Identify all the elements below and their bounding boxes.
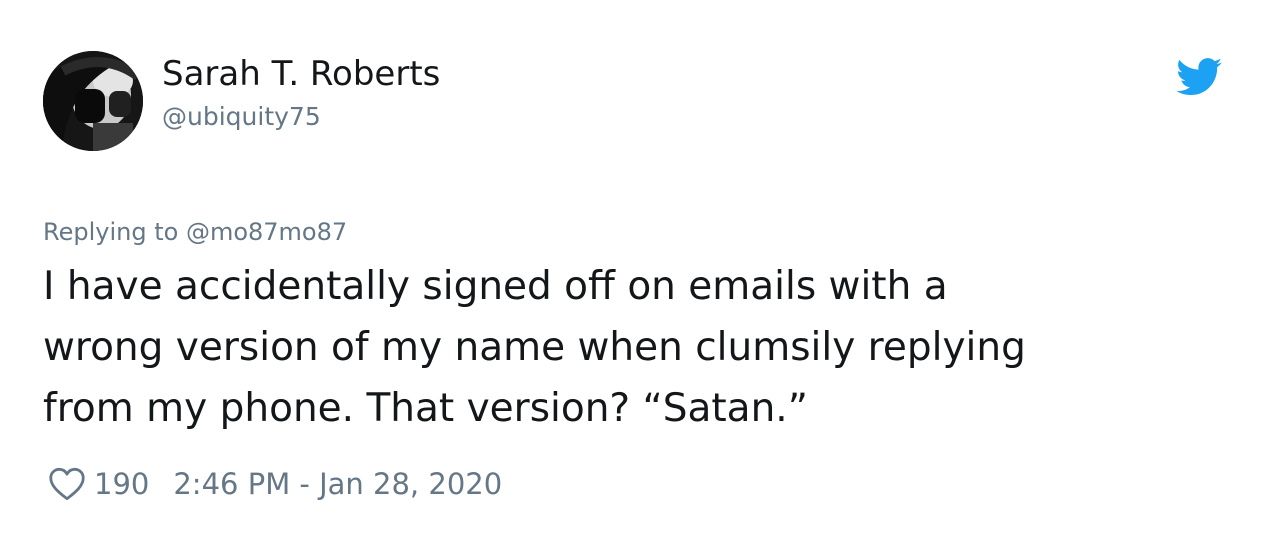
tweet-text: I have accidentally signed off on emails…	[43, 256, 1233, 439]
tweet-text-line: wrong version of my name when clumsily r…	[43, 325, 1026, 370]
author-handle[interactable]: @ubiquity75	[162, 101, 321, 133]
tweet-timestamp[interactable]: 2:46 PM - Jan 28, 2020	[173, 467, 502, 501]
replying-to: Replying to @mo87mo87	[43, 216, 347, 248]
like-count[interactable]: 190	[94, 467, 149, 501]
tweet-footer: 190 2:46 PM - Jan 28, 2020	[48, 464, 502, 504]
replying-to-handle[interactable]: @mo87mo87	[186, 218, 347, 246]
tweet-card: Sarah T. Roberts @ubiquity75 Replying to…	[0, 0, 1272, 548]
author-display-name[interactable]: Sarah T. Roberts	[162, 54, 440, 94]
avatar[interactable]	[43, 51, 143, 151]
twitter-bird-icon[interactable]	[1176, 58, 1222, 96]
tweet-text-line: from my phone. That version? “Satan.”	[43, 386, 808, 431]
heart-outline-icon[interactable]	[48, 467, 86, 501]
replying-to-prefix: Replying to	[43, 218, 179, 246]
tweet-text-line: I have accidentally signed off on emails…	[43, 264, 948, 309]
avatar-image	[43, 51, 143, 151]
